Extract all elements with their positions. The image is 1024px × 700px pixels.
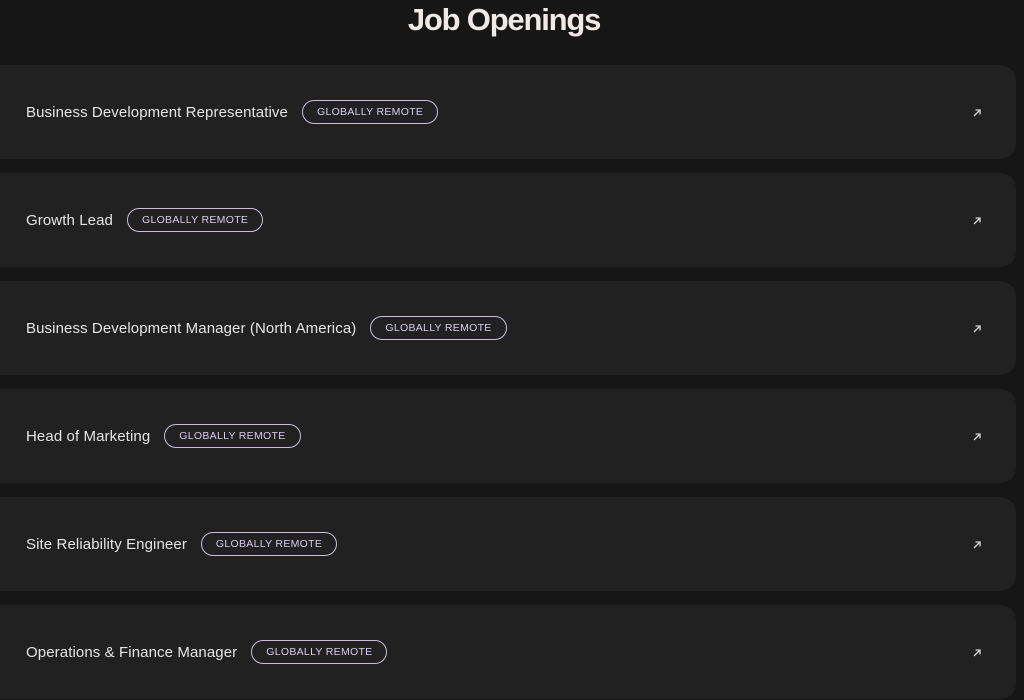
job-title: Head of Marketing xyxy=(26,427,151,445)
arrow-up-right-icon[interactable] xyxy=(972,648,984,660)
arrow-up-right-icon[interactable] xyxy=(972,432,984,444)
location-badge: GLOBALLY REMOTE xyxy=(200,532,338,556)
job-card-operations-finance-manager[interactable]: Operations & Finance Manager GLOBALLY RE… xyxy=(0,605,1016,699)
job-title: Growth Lead xyxy=(26,211,113,229)
arrow-up-right-icon[interactable] xyxy=(972,324,984,336)
arrow-up-right-icon[interactable] xyxy=(972,540,984,552)
job-card-site-reliability-engineer[interactable]: Site Reliability Engineer GLOBALLY REMOT… xyxy=(0,497,1016,591)
location-badge: GLOBALLY REMOTE xyxy=(126,208,264,232)
job-list: Business Development Representative GLOB… xyxy=(0,65,1016,700)
arrow-up-right-icon[interactable] xyxy=(972,108,984,120)
location-badge: GLOBALLY REMOTE xyxy=(370,316,507,340)
page-title: Job Openings xyxy=(407,2,601,37)
job-card-business-development-representative[interactable]: Business Development Representative GLOB… xyxy=(0,65,1016,159)
location-badge: GLOBALLY REMOTE xyxy=(164,424,301,448)
job-card-business-development-manager[interactable]: Business Development Manager (North Amer… xyxy=(0,281,1016,375)
location-badge: GLOBALLY REMOTE xyxy=(301,100,439,124)
job-card-growth-lead[interactable]: Growth Lead GLOBALLY REMOTE xyxy=(0,173,1016,267)
job-card-head-of-marketing[interactable]: Head of Marketing GLOBALLY REMOTE xyxy=(0,389,1016,483)
job-title: Operations & Finance Manager xyxy=(26,643,238,661)
job-title: Business Development Manager (North Amer… xyxy=(26,319,357,337)
job-title: Business Development Representative xyxy=(26,103,288,121)
job-title: Site Reliability Engineer xyxy=(26,535,187,553)
arrow-up-right-icon[interactable] xyxy=(972,216,984,228)
location-badge: GLOBALLY REMOTE xyxy=(251,640,388,664)
job-openings-page: Job Openings Business Development Repres… xyxy=(0,0,1024,700)
